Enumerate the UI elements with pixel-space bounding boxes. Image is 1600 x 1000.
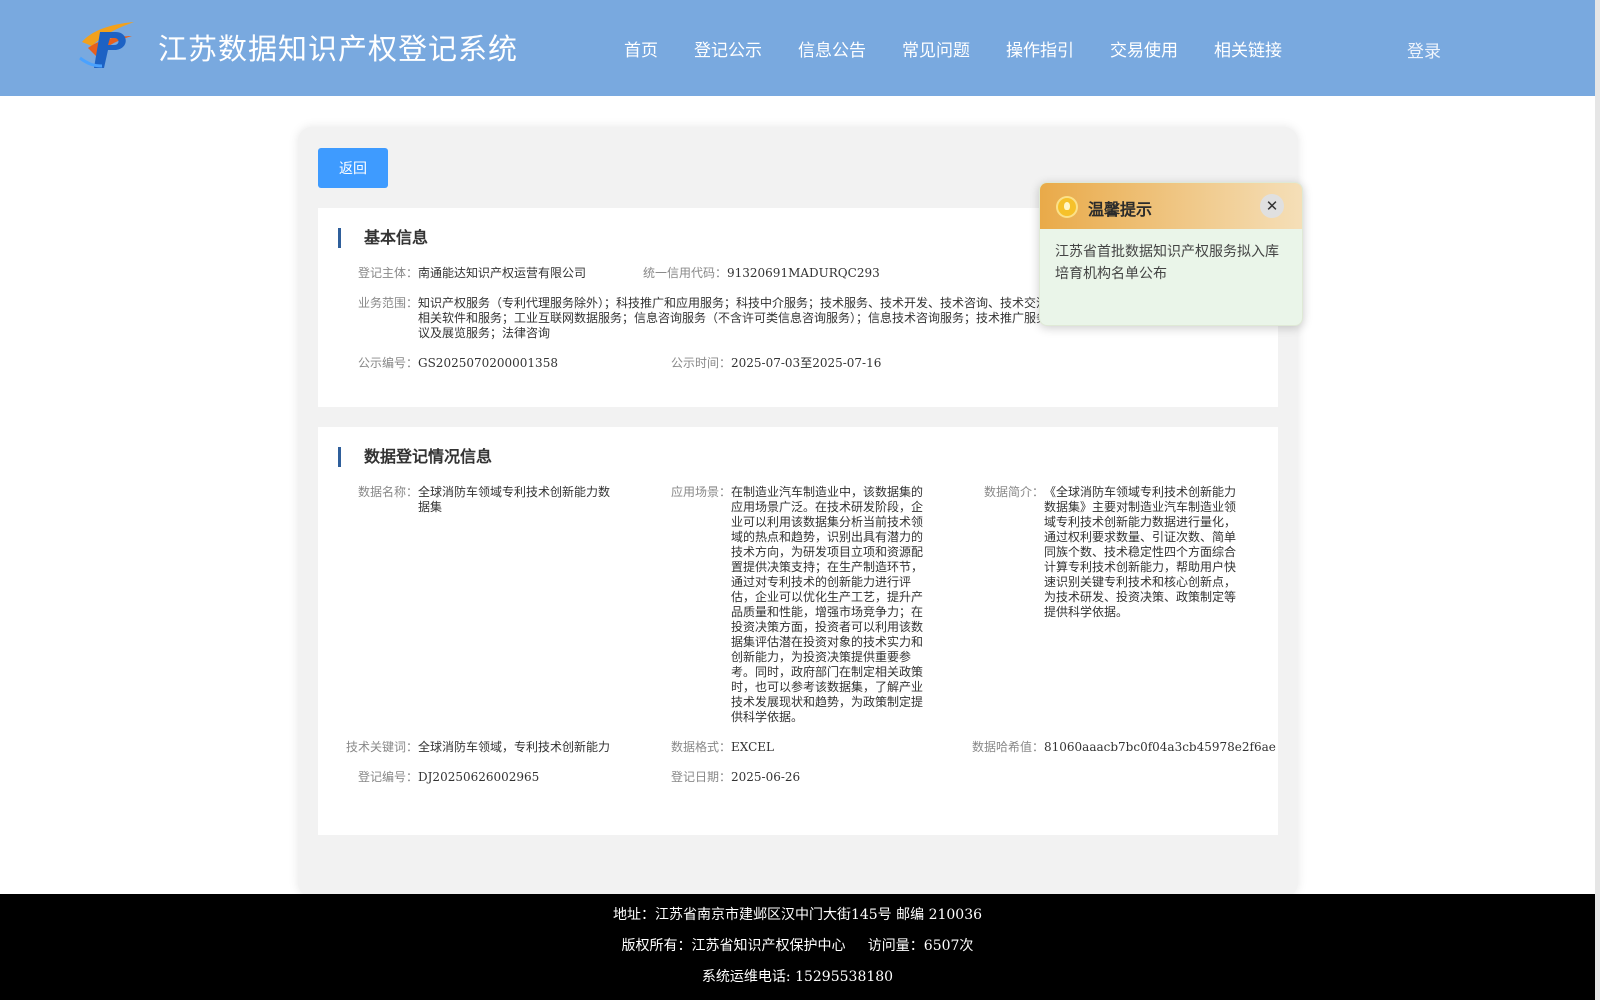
main-nav: 首页 登记公示 信息公告 常见问题 操作指引 交易使用 相关链接 [606,0,1300,96]
value-data-name: 全球消防车领域专利技术创新能力数据集 [418,485,611,514]
section-title-basic: 基本信息 [338,228,428,248]
notice-popup: 温馨提示 ✕ 江苏省首批数据知识产权服务拟入库培育机构名单公布 [1039,182,1303,326]
value-pub-time: 2025-07-03至2025-07-16 [731,356,882,370]
label-format: 数据格式： [670,740,731,754]
nav-announcements[interactable]: 信息公告 [798,36,866,61]
value-reg-date: 2025-06-26 [731,770,801,784]
value-hash: 81060aaacb7bc0f04a3cb45978e2f6ae [1044,740,1276,754]
footer-phone: 系统运维电话: 15295538180 [701,969,894,985]
login-link[interactable]: 登录 [1407,37,1441,62]
value-keywords: 全球消防车领域，专利技术创新能力 [418,740,611,754]
value-reg-no: DJ20250626002965 [418,770,540,784]
label-hash: 数据哈希值： [971,740,1044,754]
label-data-name: 数据名称： [357,485,418,499]
label-reg-no: 登记编号： [357,770,418,784]
label-intro: 数据简介： [983,485,1044,499]
label-scope: 业务范围： [357,296,418,310]
scrollbar[interactable] [1595,0,1600,1000]
label-subject: 登记主体： [357,266,418,280]
value-intro: 《全球消防车领域专利技术创新能力数据集》主要对制造业汽车制造业领域专利技术创新能… [1044,485,1237,619]
nav-links[interactable]: 相关链接 [1214,36,1282,61]
data-registration-card: 数据登记情况信息 数据名称： 全球消防车领域专利技术创新能力数据集 应用场景： … [318,427,1278,835]
lightbulb-icon [1056,196,1078,218]
value-credit-code: 91320691MADURQC293 [727,266,880,280]
footer-copyright: 版权所有：江苏省知识产权保护中心 访问量：6507次 [621,938,974,954]
nav-trading[interactable]: 交易使用 [1110,36,1178,61]
close-icon[interactable]: ✕ [1260,194,1284,218]
site-logo-icon[interactable] [78,18,140,72]
site-title: 江苏数据知识产权登记系统 [158,32,519,66]
value-subject: 南通能达知识产权运营有限公司 [418,266,587,280]
label-reg-date: 登记日期： [670,770,731,784]
label-pub-time: 公示时间： [670,356,731,370]
nav-home[interactable]: 首页 [624,36,658,61]
nav-faq[interactable]: 常见问题 [902,36,970,61]
site-footer: 地址：江苏省南京市建邺区汉中门大街145号 邮编 210036 版权所有：江苏省… [0,894,1595,1000]
site-header: 江苏数据知识产权登记系统 首页 登记公示 信息公告 常见问题 操作指引 交易使用… [0,0,1595,96]
label-pub-no: 公示编号： [357,356,418,370]
value-format: EXCEL [731,740,775,754]
value-scene: 在制造业汽车制造业中，该数据集的应用场景广泛。在技术研发阶段，企业可以利用该数据… [731,485,924,724]
label-keywords: 技术关键词： [345,740,418,754]
section-title-data: 数据登记情况信息 [338,447,492,467]
nav-registration-publicity[interactable]: 登记公示 [694,36,762,61]
popup-title: 温馨提示 [1088,200,1153,219]
back-button[interactable]: 返回 [318,148,388,188]
footer-address: 地址：江苏省南京市建邺区汉中门大街145号 邮编 210036 [612,907,983,923]
label-credit-code: 统一信用代码： [642,266,727,280]
popup-header: 温馨提示 ✕ [1040,183,1302,229]
label-scene: 应用场景： [670,485,731,499]
popup-message-link[interactable]: 江苏省首批数据知识产权服务拟入库培育机构名单公布 [1055,241,1291,285]
nav-guide[interactable]: 操作指引 [1006,36,1074,61]
value-pub-no: GS2025070200001358 [418,356,558,370]
